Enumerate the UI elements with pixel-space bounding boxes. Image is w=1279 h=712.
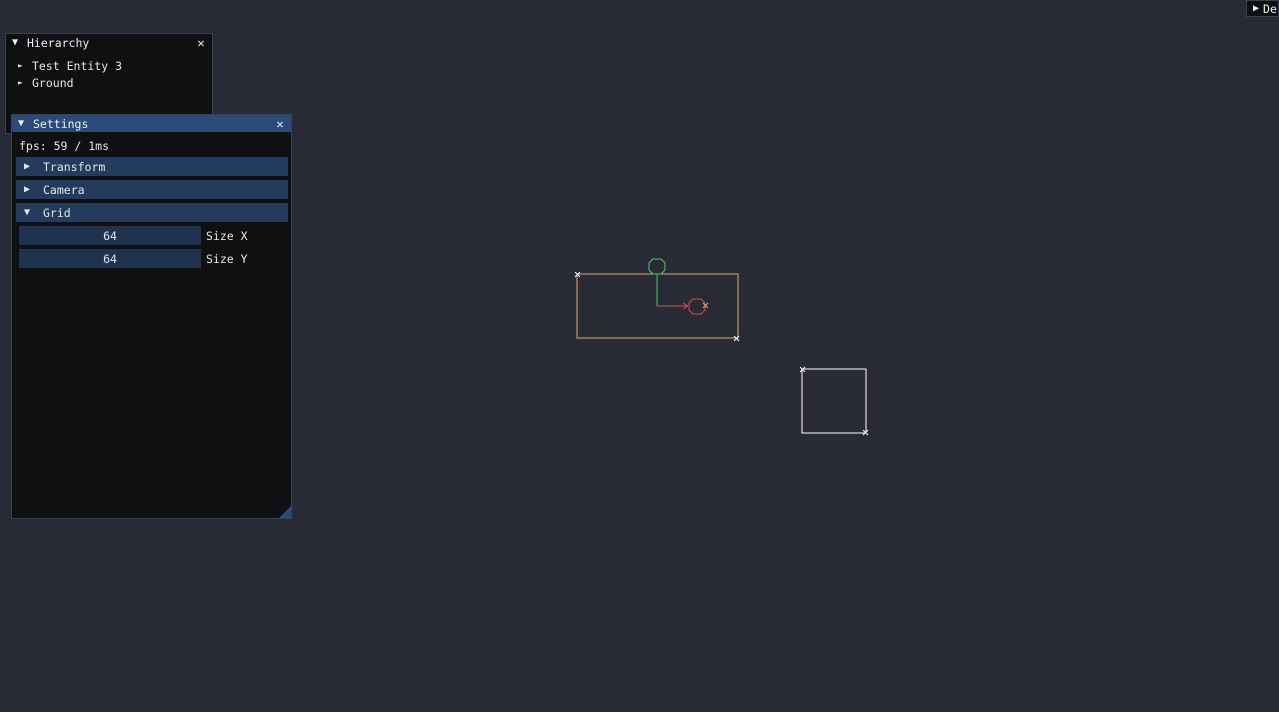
transform-gizmo[interactable] <box>648 258 709 315</box>
collapse-icon[interactable]: ▼ <box>18 118 28 129</box>
grid-size-x-input[interactable] <box>19 226 201 245</box>
entity-corner-markers <box>799 366 869 436</box>
corner-window-button[interactable]: ▶ De <box>1246 0 1279 17</box>
section-grid-label: Grid <box>43 205 71 220</box>
gizmo-y-handle-icon[interactable] <box>648 258 666 275</box>
section-camera[interactable]: ▶ Camera <box>16 180 288 199</box>
close-icon[interactable]: ✕ <box>274 117 286 131</box>
collapse-icon[interactable]: ▼ <box>24 207 43 218</box>
grid-size-x-label: Size X <box>206 228 248 243</box>
expand-icon[interactable]: ► <box>18 61 32 70</box>
expand-icon[interactable]: ► <box>18 78 32 87</box>
grid-size-y-label: Size Y <box>206 251 248 266</box>
expand-icon[interactable]: ▶ <box>1253 3 1259 14</box>
settings-titlebar[interactable]: ▼ Settings ✕ <box>12 115 291 132</box>
section-transform-label: Transform <box>43 159 106 174</box>
fps-readout: fps: 59 / 1ms <box>19 139 110 153</box>
settings-title: Settings <box>33 116 89 131</box>
corner-window-label: De <box>1263 1 1277 16</box>
resize-grip-icon[interactable] <box>279 506 291 518</box>
collapse-icon[interactable]: ▼ <box>12 37 22 48</box>
grid-size-x-row: Size X <box>19 226 291 245</box>
grid-size-y-row: Size Y <box>19 249 291 268</box>
hierarchy-item-label: Test Entity 3 <box>32 58 123 73</box>
close-icon[interactable]: ✕ <box>195 36 207 50</box>
gizmo-x-handle-icon[interactable] <box>688 298 706 315</box>
hierarchy-titlebar[interactable]: ▼ Hierarchy ✕ <box>6 34 212 51</box>
hierarchy-item-ground[interactable]: ► Ground <box>6 74 212 91</box>
section-grid[interactable]: ▼ Grid <box>16 203 288 222</box>
expand-icon[interactable]: ▶ <box>24 161 43 172</box>
entity-bounds[interactable] <box>801 368 867 434</box>
grid-size-y-input[interactable] <box>19 249 201 268</box>
hierarchy-item-label: Ground <box>32 75 74 90</box>
section-transform[interactable]: ▶ Transform <box>16 157 288 176</box>
hierarchy-item-test-entity-3[interactable]: ► Test Entity 3 <box>6 57 212 74</box>
expand-icon[interactable]: ▶ <box>24 184 43 195</box>
hierarchy-title: Hierarchy <box>27 35 90 50</box>
settings-window[interactable]: ▼ Settings ✕ fps: 59 / 1ms ▶ Transform ▶… <box>11 114 292 519</box>
section-camera-label: Camera <box>43 182 85 197</box>
